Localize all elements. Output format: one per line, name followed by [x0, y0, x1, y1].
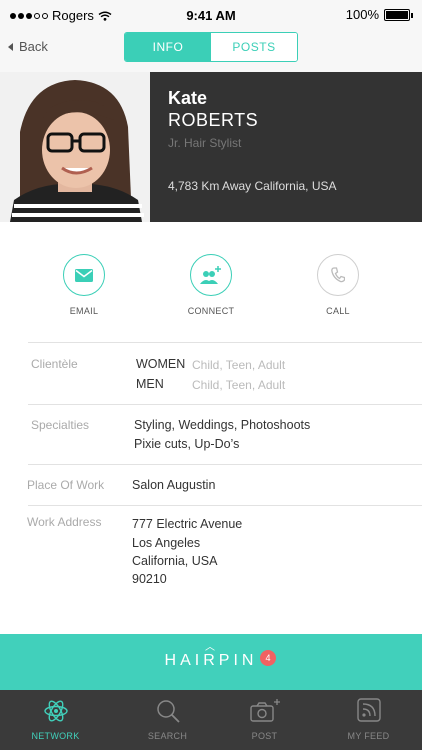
chevron-up-icon: ︿: [205, 642, 215, 653]
clientele-women-label: WOMEN: [136, 357, 186, 371]
search-icon: [156, 700, 180, 723]
brand-bar[interactable]: ︿ HAIRPIN 4: [0, 634, 422, 690]
tab-my-feed[interactable]: MY FEED: [316, 690, 421, 750]
back-label: Back: [19, 39, 48, 54]
place-of-work-value: Salon Augustin: [132, 478, 216, 492]
rss-icon: [356, 698, 381, 722]
add-people-icon: [200, 266, 221, 284]
tab-network-label: NETWORK: [31, 731, 80, 741]
segmented-control: INFO POSTS: [124, 32, 298, 62]
contact-actions: EMAIL CONNECT CALL: [0, 254, 422, 324]
profile-header: Kate ROBERTS Jr. Hair Stylist 4,783 Km A…: [0, 72, 422, 222]
profile-first-name: Kate: [168, 88, 208, 108]
specialties-line-2: Pixie cuts, Up-Do’s: [134, 437, 240, 451]
specialties-line-1: Styling, Weddings, Photoshoots: [134, 418, 311, 432]
divider: [28, 404, 422, 405]
battery-icon: [384, 8, 413, 21]
call-button[interactable]: CALL: [288, 254, 388, 316]
connect-label: CONNECT: [187, 306, 235, 316]
tab-bar: NETWORK SEARCH POST MY FEED: [0, 690, 422, 750]
place-of-work-label: Place Of Work: [27, 478, 105, 492]
work-address-label: Work Address: [27, 515, 102, 529]
email-button[interactable]: EMAIL: [34, 254, 134, 316]
work-address-line-2: Los Angeles: [132, 536, 201, 550]
profile-location: 4,783 Km Away California, USA: [168, 179, 337, 193]
hairpin-logo: HAIRPIN: [164, 652, 258, 669]
status-bar: Rogers 9:41 AM 100%: [0, 0, 422, 30]
atom-icon: [43, 700, 68, 722]
profile-last-name: ROBERTS: [168, 110, 259, 130]
tab-search[interactable]: SEARCH: [115, 690, 220, 750]
camera-plus-icon: [249, 699, 280, 722]
battery-status: 100%: [345, 7, 413, 22]
email-label: EMAIL: [69, 306, 99, 316]
profile-role: Jr. Hair Stylist: [168, 136, 242, 150]
specialties-label: Specialties: [31, 418, 90, 432]
nav-bar: Back INFO POSTS: [0, 30, 422, 72]
phone-icon: [331, 267, 345, 283]
tab-posts[interactable]: POSTS: [211, 33, 297, 61]
call-label: CALL: [326, 306, 350, 316]
clientele-men-value: Child, Teen, Adult: [192, 378, 286, 392]
battery-percent: 100%: [345, 7, 379, 22]
tab-post[interactable]: POST: [212, 690, 317, 750]
tab-network[interactable]: NETWORK: [3, 690, 108, 750]
clientele-label: Clientèle: [31, 357, 78, 371]
work-address-line-1: 777 Electric Avenue: [132, 517, 243, 531]
envelope-icon: [75, 268, 93, 282]
tab-my-feed-label: MY FEED: [347, 731, 390, 741]
work-address-line-3: California, USA: [132, 554, 218, 568]
tab-info[interactable]: INFO: [125, 33, 211, 61]
avatar: [0, 72, 150, 222]
connect-button[interactable]: CONNECT: [161, 254, 261, 316]
notification-badge: 4: [260, 650, 276, 666]
chevron-left-icon: [8, 42, 13, 51]
tab-post-label: POST: [251, 731, 278, 741]
clientele-men-label: MEN: [136, 377, 164, 391]
work-address-line-4: 90210: [132, 572, 167, 586]
clientele-women-value: Child, Teen, Adult: [192, 358, 286, 372]
divider: [28, 505, 422, 506]
divider: [28, 342, 422, 343]
divider: [28, 464, 422, 465]
tab-search-label: SEARCH: [147, 731, 188, 741]
back-button[interactable]: Back: [8, 39, 48, 54]
